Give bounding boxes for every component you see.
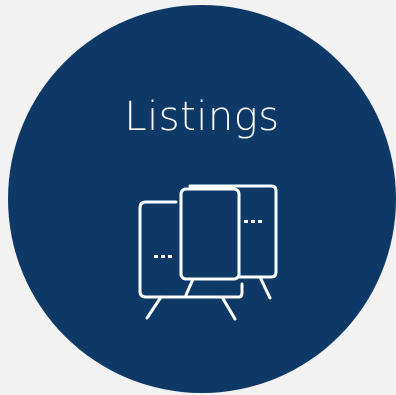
listing-signs-icon [138,184,278,321]
listings-tile[interactable]: Listings [8,5,396,393]
tile-label: Listings [124,94,280,140]
